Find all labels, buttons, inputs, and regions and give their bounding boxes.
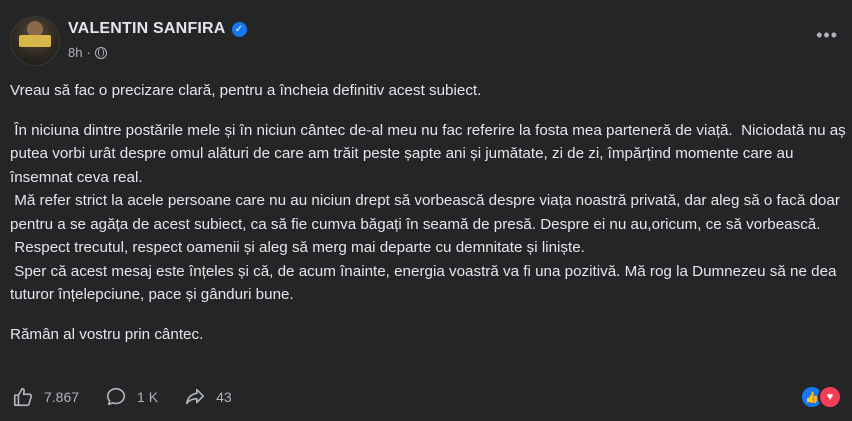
comment-button[interactable]: 1 K	[105, 386, 158, 408]
post-footer: 7.867 1 K 43 👍 ♥	[12, 383, 842, 411]
post-paragraph-main: În niciuna dintre postările mele și în n…	[10, 121, 846, 304]
share-arrow-icon	[185, 388, 205, 405]
author-avatar[interactable]	[10, 16, 60, 66]
share-count: 43	[216, 389, 232, 405]
verified-badge-icon: ✓	[231, 21, 247, 37]
author-header: VALENTIN SANFIRA ✓	[68, 20, 247, 38]
like-button[interactable]: 7.867	[12, 386, 79, 408]
author-name[interactable]: VALENTIN SANFIRA	[68, 20, 226, 38]
thumbs-up-icon	[13, 387, 33, 407]
meta-separator: ·	[86, 45, 91, 60]
comment-bubble-icon	[106, 387, 126, 406]
love-reaction-icon: ♥	[818, 385, 842, 409]
like-count: 7.867	[44, 389, 80, 405]
post-text: Vreau să fac o precizare clară, pentru a…	[10, 79, 848, 346]
more-options-icon[interactable]: •••	[816, 26, 838, 44]
post-meta: 8h ·	[68, 45, 107, 60]
comment-count: 1 K	[137, 389, 159, 405]
post-paragraph-signoff: Rămân al vostru prin cântec.	[10, 325, 204, 343]
globe-icon[interactable]	[94, 46, 107, 59]
reactions-summary[interactable]: 👍 ♥	[800, 385, 842, 409]
post-time[interactable]: 8h	[68, 45, 82, 60]
facebook-post: VALENTIN SANFIRA ✓ 8h · ••• Vreau să fac…	[0, 0, 852, 421]
post-paragraph-intro: Vreau să fac o precizare clară, pentru a…	[10, 82, 482, 99]
avatar-logo	[19, 35, 51, 47]
share-button[interactable]: 43	[184, 386, 232, 408]
